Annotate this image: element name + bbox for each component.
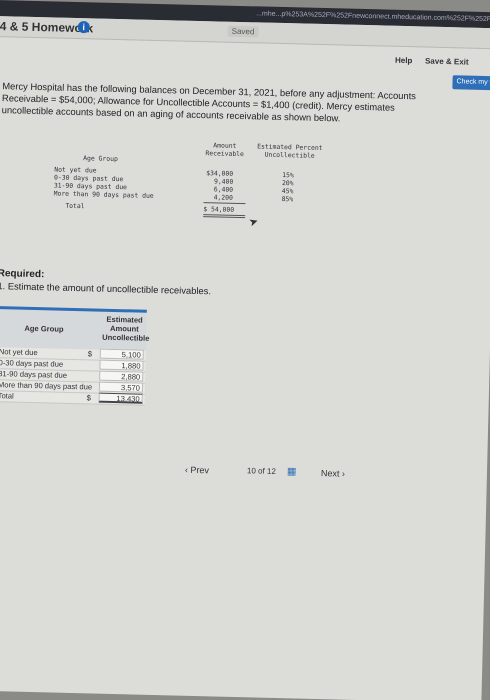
answer-input[interactable]: 1,880: [99, 359, 144, 371]
currency-sign: $: [87, 349, 93, 359]
row-label: 31-90 days past due: [0, 369, 68, 380]
row-age: More than 90 days past due: [53, 189, 154, 200]
table-row-total: Total $ 13,430: [0, 390, 145, 406]
problem-statement: Mercy Hospital has the following balance…: [1, 80, 417, 124]
col-header-estimated: Estimated Amount Uncollectible: [102, 314, 150, 343]
mouse-cursor-icon: ➤: [247, 215, 261, 230]
total-double-rule: [203, 214, 246, 219]
row-percent: 20%: [281, 179, 294, 188]
saved-status: Saved: [227, 25, 259, 38]
col-header-age: Age Group: [83, 154, 118, 164]
currency-sign: $: [86, 393, 92, 403]
grid-icon[interactable]: ▦: [287, 466, 297, 477]
row-age: Total: [65, 201, 85, 211]
table-row-total: Total $ 54,000: [53, 201, 323, 216]
required-heading: Required:: [0, 268, 45, 281]
homework-page: ...mhe...p%253A%252F%252Fnewconnect.mhed…: [0, 0, 490, 700]
page-indicator: 10 of 12: [246, 466, 276, 476]
aging-schedule-table: Age Group Amount Receivable Estimated Pe…: [54, 137, 325, 219]
check-my-work-button[interactable]: Check my w: [452, 75, 490, 91]
answer-input[interactable]: 3,570: [98, 381, 144, 393]
col-header-percent-text: Estimated Percent Uncollectible: [257, 142, 323, 160]
next-button[interactable]: Next ›: [321, 468, 345, 479]
row-label: Not yet due: [0, 347, 38, 358]
row-percent: 45%: [281, 187, 294, 196]
answer-table: Age Group Estimated Amount Uncollectible…: [0, 306, 150, 406]
required-task: 1. Estimate the amount of uncollectible …: [0, 280, 212, 297]
col-header-amount: Amount Receivable: [203, 141, 247, 158]
row-amount: $ 54,000: [203, 205, 235, 214]
row-percent: 85%: [281, 195, 294, 204]
answer-table-header: Age Group Estimated Amount Uncollectible: [0, 306, 150, 351]
col-header-amount-text: Amount Receivable: [205, 141, 245, 159]
row-percent: 15%: [282, 171, 294, 180]
col-header-percent: Estimated Percent Uncollectible: [255, 142, 325, 160]
screenshot-scene: ...mhe...p%253A%252F%252Fnewconnect.mhed…: [0, 0, 490, 700]
total-value: 13,430: [98, 392, 143, 404]
next-label: Next: [320, 468, 340, 479]
prev-button[interactable]: ‹ Prev: [185, 465, 209, 476]
row-amount: 4,200: [213, 193, 233, 202]
answer-input[interactable]: 2,880: [99, 370, 144, 382]
save-exit-link[interactable]: Save & Exit: [425, 56, 469, 66]
help-link[interactable]: Help: [395, 56, 413, 65]
chevron-right-icon: ›: [341, 468, 346, 479]
answer-input[interactable]: 5,100: [99, 348, 144, 360]
row-label: Total: [0, 391, 14, 401]
col-header-age: Age Group: [24, 323, 64, 334]
subtotal-rule: [203, 202, 246, 205]
chevron-left-icon: ‹: [184, 464, 189, 475]
row-label: 0-30 days past due: [0, 358, 64, 369]
prev-label: Prev: [190, 464, 210, 476]
